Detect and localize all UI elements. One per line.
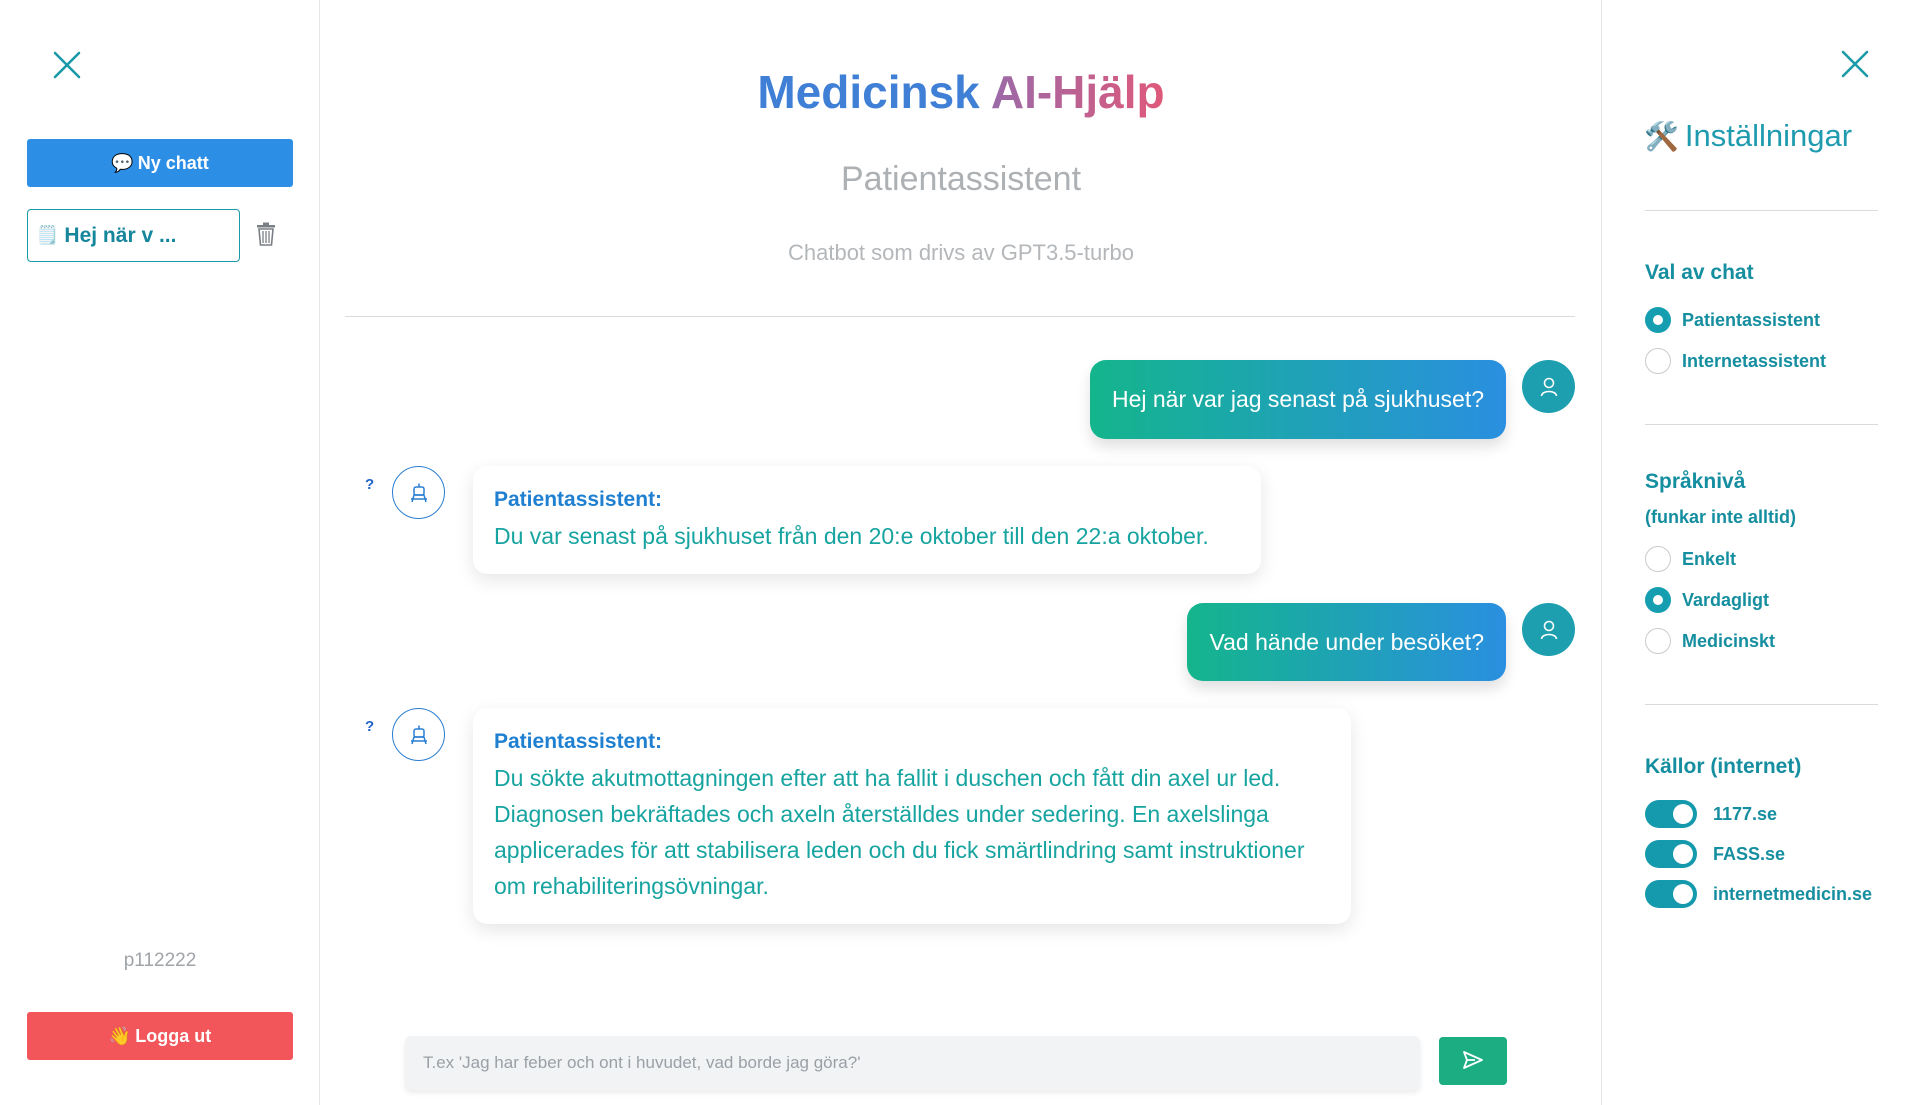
toggle-1177[interactable]: 1177.se [1645,800,1777,828]
language-level-subtitle: (funkar inte alltid) [1645,507,1797,527]
radio-internetassistent[interactable]: Internetassistent [1645,348,1826,374]
page-subtitle: Patientassistent [840,160,1082,198]
user-avatar-icon [1522,360,1575,413]
left-sidebar: 💬 Ny chatt 🗒️ Hej när v ... p112222 👋 Lo… [0,0,320,1105]
toggle-label: 1177.se [1713,803,1778,824]
trash-icon[interactable] [255,222,277,246]
language-level-title: Språknivå [1645,470,1746,493]
radio-button-selected[interactable] [1645,307,1671,333]
header-divider [345,316,1575,317]
settings-title: 🛠️ Inställningar [1644,118,1852,154]
notepad-icon: 🗒️ [36,225,59,245]
message-marker: ? [365,718,375,735]
waving-hand-icon: 👋 [108,1025,132,1046]
settings-divider [1645,424,1878,425]
chat-history-item[interactable]: 🗒️ Hej när v ... [27,209,240,262]
user-message-text: Vad hände under besöket? [1209,628,1484,655]
bot-message: Patientassistent: Du sökte akutmottagnin… [473,708,1351,924]
radio-label: Vardagligt [1682,589,1770,610]
user-id: p112222 [123,950,197,971]
settings-divider [1645,704,1878,705]
message-composer [405,1036,1420,1090]
paper-plane-icon [1462,1050,1484,1073]
title-part-1: Medicinsk [757,66,980,118]
bot-message-text: Du var senast på sjukhuset från den 20:e… [494,523,1209,549]
radio-button[interactable] [1645,546,1671,572]
bot-message-text: Du sökte akutmottagningen efter att ha f… [494,765,1305,899]
toggle-label: FASS.se [1713,843,1786,864]
user-avatar-icon [1522,603,1575,656]
radio-patientassistent[interactable]: Patientassistent [1645,307,1820,333]
settings-divider [1645,210,1878,211]
bot-message: Patientassistent: Du var senast på sjukh… [473,466,1261,574]
radio-button[interactable] [1645,628,1671,654]
user-message: Hej när var jag senast på sjukhuset? [1089,360,1506,439]
toggle-switch-on[interactable] [1645,880,1697,908]
new-chat-label: Ny chatt [137,152,209,173]
radio-label: Internetassistent [1682,350,1827,371]
close-settings-icon[interactable] [1838,47,1872,81]
title-part-2: AI-Hjälp [990,66,1165,118]
logout-label: Logga ut [135,1025,212,1046]
bot-message-sender: Patientassistent: [494,730,663,753]
page-title: Medicinsk AI-Hjälp [321,65,1601,119]
radio-label: Medicinskt [1682,630,1776,651]
chat-history-title: Hej när v ... [64,223,177,247]
new-chat-button[interactable]: 💬 Ny chatt [27,139,293,187]
app-window: 💬 Ny chatt 🗒️ Hej när v ... p112222 👋 Lo… [0,0,1917,1105]
settings-title-text: Inställningar [1684,118,1853,153]
settings-sidebar: 🛠️ Inställningar Val av chat Patientassi… [1601,0,1917,1105]
tools-icon: 🛠️ [1644,120,1679,152]
user-message-text: Hej när var jag senast på sjukhuset? [1111,386,1484,412]
toggle-label: internetmedicin.se [1713,883,1873,904]
radio-vardagligt[interactable]: Vardagligt [1645,587,1769,613]
radio-button-selected[interactable] [1645,587,1671,613]
toggle-switch-on[interactable] [1645,800,1697,828]
user-message: Vad hände under besöket? [1187,603,1506,681]
close-sidebar-icon[interactable] [50,48,84,82]
bot-avatar-icon [392,708,445,761]
toggle-internetmedicin[interactable]: internetmedicin.se [1645,880,1872,908]
radio-label: Patientassistent [1682,309,1821,330]
bot-avatar-icon [392,466,445,519]
logout-button[interactable]: 👋 Logga ut [27,1012,293,1060]
toggle-fass[interactable]: FASS.se [1645,840,1785,868]
message-input[interactable] [405,1036,1420,1090]
chat-choice-title: Val av chat [1645,261,1754,284]
send-button[interactable] [1439,1037,1507,1085]
speech-bubble-icon: 💬 [111,152,134,173]
message-marker: ? [365,476,375,493]
radio-button[interactable] [1645,348,1671,374]
sources-title: Källor (internet) [1645,755,1802,778]
chat-main: Medicinsk AI-Hjälp Patientassistent Chat… [321,0,1601,1105]
radio-label: Enkelt [1682,548,1737,569]
toggle-switch-on[interactable] [1645,840,1697,868]
model-caption: Chatbot som drivs av GPT3.5-turbo [787,240,1135,265]
radio-enkelt[interactable]: Enkelt [1645,546,1736,572]
bot-message-sender: Patientassistent: [494,488,663,511]
radio-medicinskt[interactable]: Medicinskt [1645,628,1775,654]
